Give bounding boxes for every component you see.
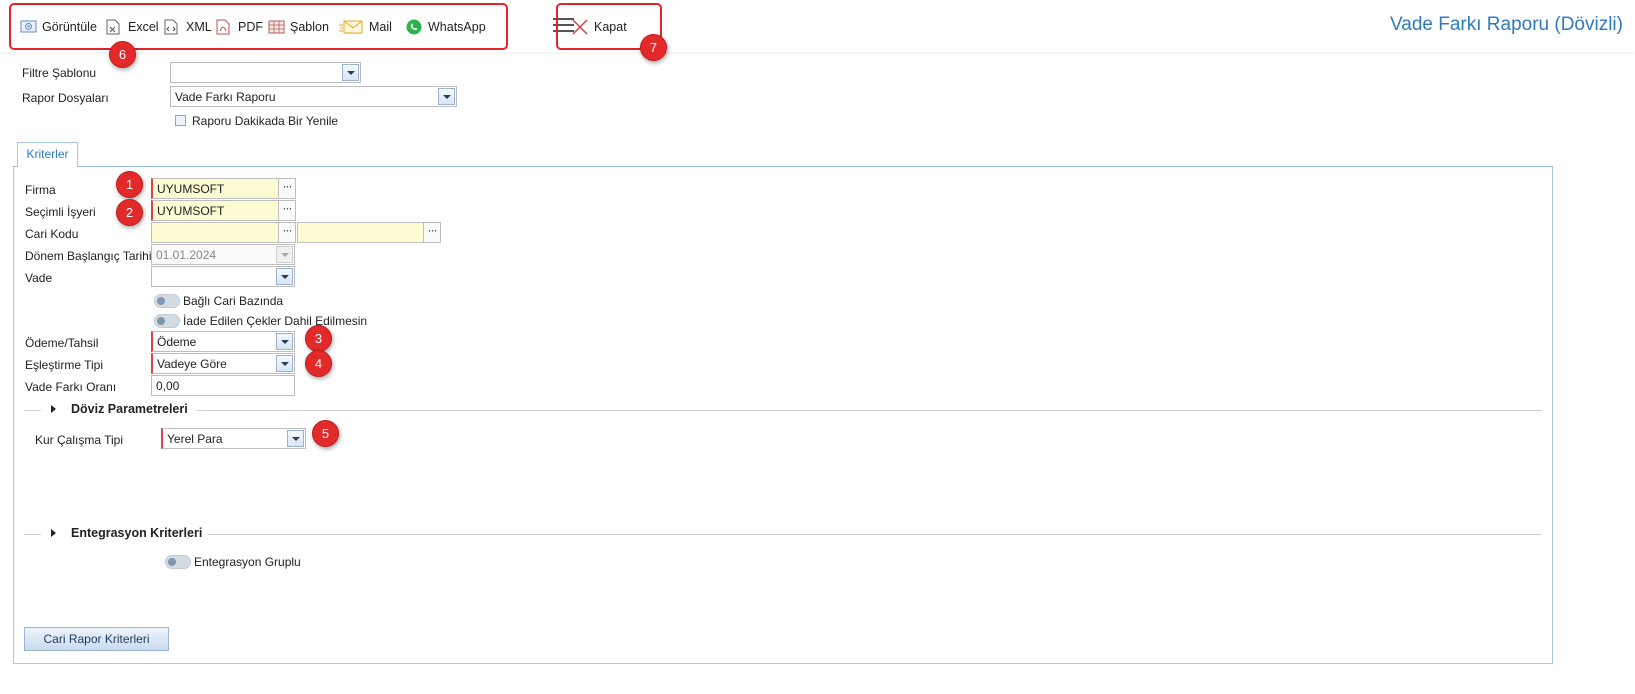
annotation-badge-6: 6 [109,41,136,68]
donem-label: Dönem Başlangıç Tarihi [25,249,152,263]
kur-label: Kur Çalışma Tipi [35,433,124,447]
cari-kodu-to-lookup-button[interactable]: ··· [423,222,441,243]
eslestirme-dropdown-icon[interactable] [276,355,293,372]
report-files-label: Rapor Dosyaları [22,91,109,105]
annotation-badge-2: 2 [116,199,143,226]
cari-kodu-from-input[interactable] [151,222,279,243]
filter-template-select[interactable] [170,62,361,83]
firma-lookup-button[interactable]: ··· [278,178,296,199]
donem-date-input: 01.01.2024 [151,244,295,265]
page-title: Vade Farkı Raporu (Dövizli) [1389,14,1623,35]
firma-label: Firma [25,183,56,197]
cari-rapor-kriterleri-button[interactable]: Cari Rapor Kriterleri [24,627,169,651]
isyeri-label: Seçimli İşyeri [25,205,96,219]
isyeri-lookup-button[interactable]: ··· [278,200,296,221]
filter-template-dropdown-icon[interactable] [342,64,359,81]
tab-kriterler[interactable]: Kriterler [17,142,78,167]
report-files-select[interactable]: Vade Farkı Raporu [170,86,457,107]
odeme-label: Ödeme/Tahsil [25,336,99,350]
annotation-badge-4: 4 [305,350,332,377]
iade-label: İade Edilen Çekler Dahil Edilmesin [183,314,368,328]
report-files-dropdown-icon[interactable] [438,88,455,105]
annotation-badge-5: 5 [312,420,339,447]
firma-input[interactable]: UYUMSOFT [151,178,279,199]
vade-dropdown-icon[interactable] [276,268,293,285]
entegrasyon-divider-left [24,534,41,535]
filter-template-label: Filtre Şablonu [22,66,97,80]
odeme-dropdown-icon[interactable] [276,333,293,350]
donem-date-dropdown-icon [276,246,293,263]
annotation-badge-1: 1 [116,171,143,198]
doviz-section-title[interactable]: Döviz Parametreleri [71,402,188,416]
cari-kodu-to-input[interactable] [297,222,425,243]
kur-dropdown-icon[interactable] [287,430,304,447]
odeme-select[interactable]: Ödeme [151,331,295,352]
entegrasyon-divider [208,534,1542,535]
refresh-checkbox[interactable] [175,115,186,126]
doviz-divider-left [24,410,41,411]
vade-label: Vade [25,271,53,285]
cari-kodu-from-lookup-button[interactable]: ··· [278,222,296,243]
doviz-expand-icon[interactable] [51,405,56,413]
eslestirme-select[interactable]: Vadeye Göre [151,353,295,374]
annotation-badge-7: 7 [640,34,667,61]
annotation-box-toolbar [9,3,508,50]
vade-select[interactable] [151,266,295,287]
iade-toggle[interactable] [154,314,180,328]
isyeri-input[interactable]: UYUMSOFT [151,200,279,221]
cari-kodu-label: Cari Kodu [25,227,79,241]
entegrasyon-expand-icon[interactable] [51,529,56,537]
entegrasyon-gruplu-label: Entegrasyon Gruplu [194,555,301,569]
annotation-badge-3: 3 [305,325,332,352]
bagli-cari-label: Bağlı Cari Bazında [183,294,284,308]
entegrasyon-section-title[interactable]: Entegrasyon Kriterleri [71,526,202,540]
bagli-cari-toggle[interactable] [154,294,180,308]
oran-label: Vade Farkı Oranı [25,380,117,394]
entegrasyon-gruplu-toggle[interactable] [165,555,191,569]
kur-select[interactable]: Yerel Para [161,428,306,449]
eslestirme-label: Eşleştirme Tipi [25,358,104,372]
doviz-divider [196,410,1542,411]
refresh-label: Raporu Dakikada Bir Yenile [192,114,339,128]
oran-input[interactable]: 0,00 [151,375,295,396]
